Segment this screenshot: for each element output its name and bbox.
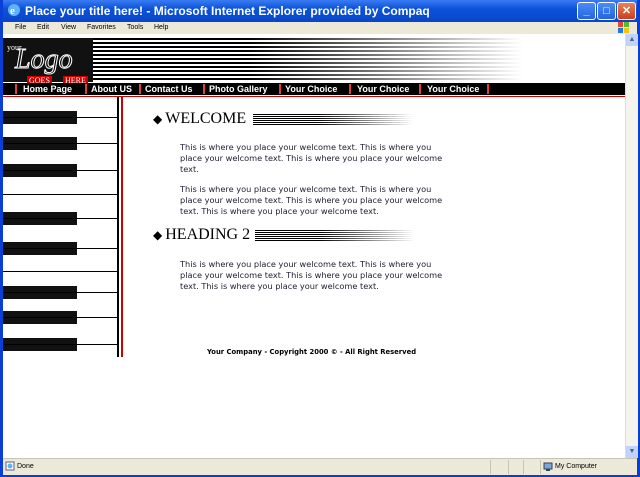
status-divider — [540, 460, 541, 474]
menu-edit[interactable]: Edit — [37, 24, 49, 31]
nav-home-page[interactable]: Home Page — [23, 83, 72, 95]
welcome-heading-text: WELCOME — [165, 110, 247, 127]
nav-contact-us[interactable]: Contact Us — [145, 83, 193, 95]
welcome-heading: ◆ WELCOME — [153, 110, 246, 128]
page-done-icon — [5, 461, 15, 471]
sidebar-divider — [3, 170, 119, 171]
left-sidebar — [3, 97, 125, 357]
scroll-down-arrow-icon[interactable]: ▼ — [626, 446, 638, 458]
nav-your-choice-2[interactable]: Your Choice — [357, 83, 409, 95]
welcome-paragraph-1: This is where you place your welcome tex… — [180, 142, 443, 174]
browser-window: e Place your title here! - Microsoft Int… — [0, 0, 640, 477]
menu-favorites[interactable]: Favorites — [87, 24, 116, 31]
heading-stripes — [255, 230, 415, 242]
nav-photo-gallery[interactable]: Photo Gallery — [209, 83, 268, 95]
my-computer-icon — [543, 462, 553, 471]
site-header: your Logo GOES HERE — [3, 34, 625, 85]
sidebar-divider — [3, 143, 119, 144]
menu-file[interactable]: File — [15, 24, 26, 31]
minimize-button[interactable]: _ — [577, 2, 596, 20]
status-divider — [523, 460, 524, 474]
sidebar-divider — [3, 194, 119, 195]
sidebar-divider — [3, 218, 119, 219]
welcome-paragraph-2: This is where you place your welcome tex… — [180, 184, 443, 216]
main-nav: Home Page About US Contact Us Photo Gall… — [3, 83, 625, 95]
security-zone-label: My Computer — [555, 463, 598, 470]
diamond-bullet-icon: ◆ — [153, 228, 163, 242]
internet-explorer-icon: e — [8, 4, 20, 17]
status-divider — [490, 460, 491, 474]
close-button[interactable]: ✕ — [617, 2, 636, 20]
heading-2-text: HEADING 2 — [165, 226, 251, 243]
nav-separator — [139, 84, 141, 94]
nav-separator — [85, 84, 87, 94]
window-title: Place your title here! - Microsoft Inter… — [25, 4, 430, 18]
scroll-up-arrow-icon[interactable]: ▲ — [626, 34, 638, 46]
nav-separator — [419, 84, 421, 94]
sidebar-divider — [3, 248, 119, 249]
nav-separator — [487, 84, 489, 94]
windows-logo-icon — [618, 22, 629, 33]
menu-tools[interactable]: Tools — [127, 24, 143, 31]
status-text: Done — [17, 463, 34, 470]
menu-help[interactable]: Help — [154, 24, 168, 31]
sidebar-border-black — [117, 97, 119, 357]
sidebar-divider — [3, 344, 119, 345]
nav-your-choice-1[interactable]: Your Choice — [285, 83, 337, 95]
header-stripes — [63, 38, 523, 82]
nav-separator — [349, 84, 351, 94]
menu-bar: File Edit View Favorites Tools Help — [3, 22, 637, 34]
sidebar-border-red — [121, 97, 123, 357]
heading-2-paragraph: This is where you place your welcome tex… — [180, 259, 443, 291]
vertical-scrollbar[interactable]: ▲ ▼ — [625, 34, 638, 458]
site-logo[interactable]: your Logo GOES HERE — [3, 38, 93, 85]
heading-2: ◆ HEADING 2 — [153, 226, 250, 244]
title-bar: e Place your title here! - Microsoft Int… — [3, 0, 637, 22]
maximize-button[interactable]: □ — [597, 2, 616, 20]
status-divider — [508, 460, 509, 474]
nav-separator — [279, 84, 281, 94]
diamond-bullet-icon: ◆ — [153, 112, 163, 126]
logo-text: Logo — [15, 44, 74, 76]
footer-copyright: Your Company - Copyright 2000 © - All Ri… — [207, 348, 417, 356]
heading-stripes — [253, 114, 413, 126]
nav-separator — [15, 84, 17, 94]
svg-text:e: e — [10, 5, 15, 17]
menu-view[interactable]: View — [61, 24, 76, 31]
sidebar-divider — [3, 317, 119, 318]
nav-your-choice-3[interactable]: Your Choice — [427, 83, 479, 95]
sidebar-divider — [3, 117, 119, 118]
status-bar: Done My Computer — [3, 458, 637, 475]
nav-separator — [203, 84, 205, 94]
page-content: your Logo GOES HERE Home Page About US C… — [3, 34, 625, 458]
nav-about-us[interactable]: About US — [91, 83, 132, 95]
sidebar-divider — [3, 271, 119, 272]
sidebar-divider — [3, 292, 119, 293]
